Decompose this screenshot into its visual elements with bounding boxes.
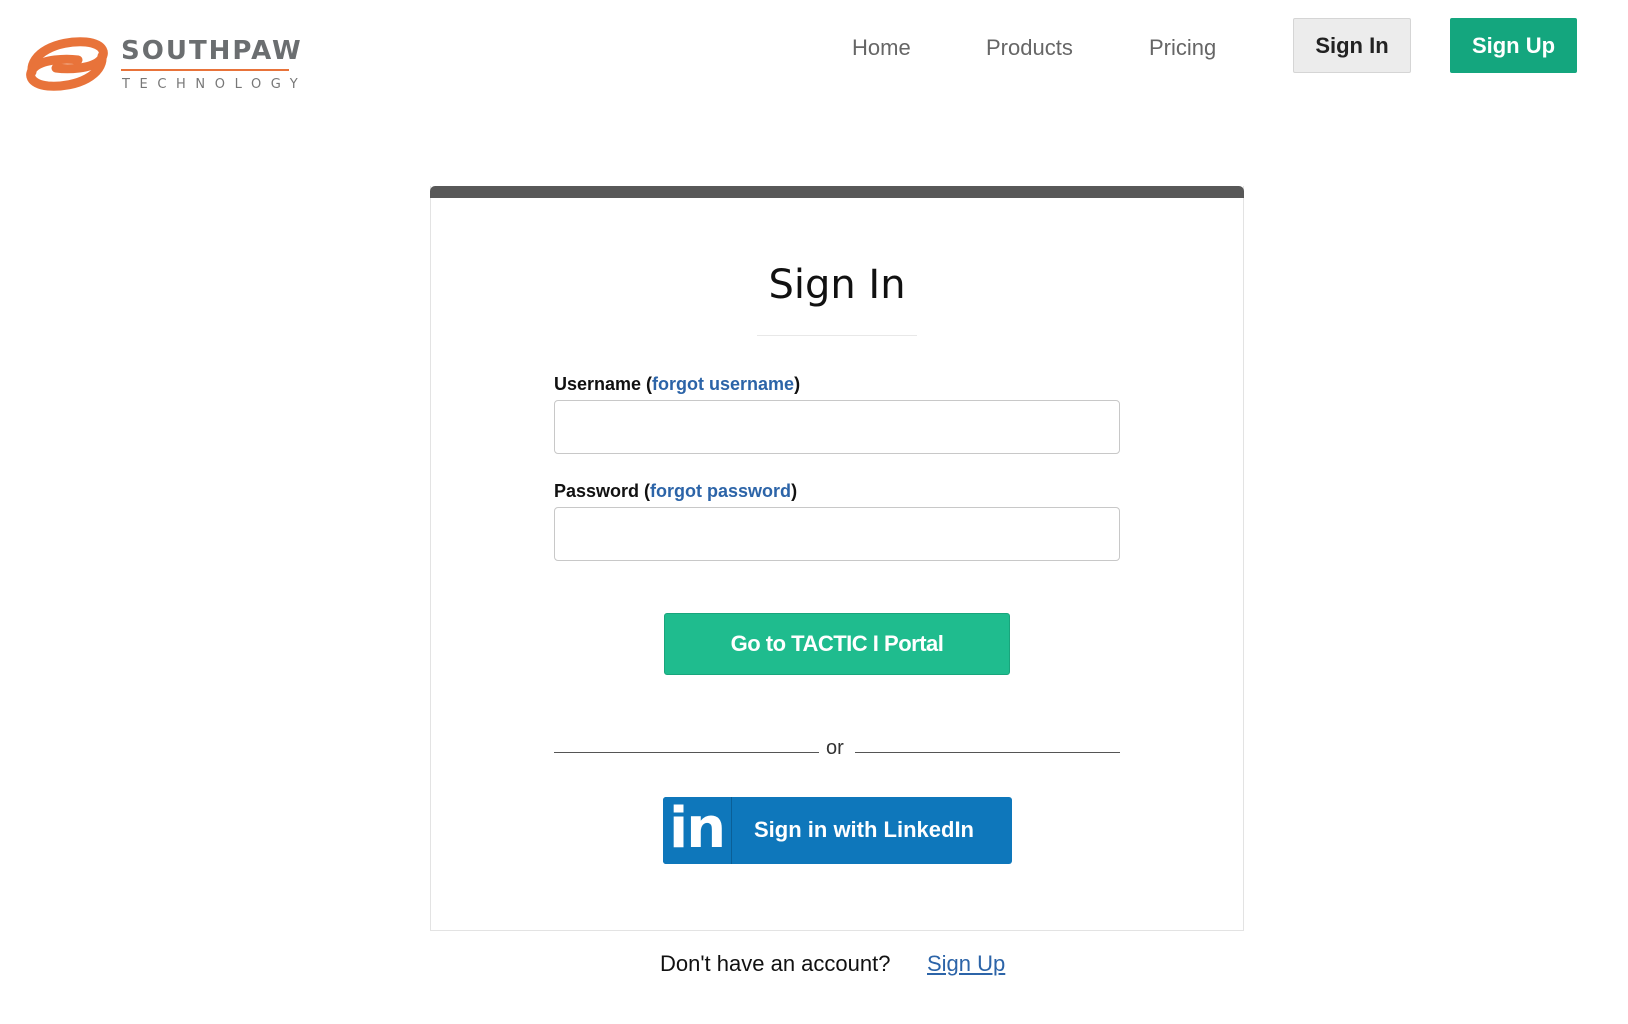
password-paren-open: ( — [639, 481, 651, 501]
nav-link-home[interactable]: Home — [852, 35, 911, 61]
password-input[interactable] — [554, 507, 1120, 561]
or-divider-left — [554, 752, 819, 753]
title-divider — [757, 335, 917, 336]
nav-link-products[interactable]: Products — [986, 35, 1073, 61]
go-to-portal-label: Go to TACTIC I Portal — [730, 631, 944, 656]
card-title: Sign In — [768, 262, 906, 308]
password-paren-close: ) — [791, 481, 798, 501]
linkedin-icon: in — [669, 797, 726, 861]
forgot-username-link[interactable]: forgot username — [652, 374, 794, 394]
nav-sign-up-button[interactable]: Sign Up — [1450, 18, 1577, 73]
username-label-row: Username (forgot username) — [554, 374, 800, 395]
footer-sign-up-link[interactable]: Sign Up — [927, 951, 1005, 977]
nav-link-pricing[interactable]: Pricing — [1149, 35, 1216, 61]
username-paren-open: ( — [641, 374, 653, 394]
username-label: Username — [554, 374, 642, 394]
no-account-text: Don't have an account? — [660, 951, 891, 976]
nav-sign-in-button[interactable]: Sign In — [1293, 18, 1411, 73]
forgot-password-link[interactable]: forgot password — [650, 481, 791, 501]
sign-in-card: Sign In Username (forgot username) Passw… — [430, 186, 1244, 931]
linkedin-button-label: Sign in with LinkedIn — [754, 817, 974, 842]
card-top-bar — [430, 186, 1244, 198]
or-divider-right — [855, 752, 1120, 753]
nav-sign-up-label: Sign Up — [1471, 32, 1556, 58]
username-paren-close: ) — [794, 374, 801, 394]
go-to-portal-button[interactable]: Go to TACTIC I Portal — [664, 613, 1010, 675]
password-label: Password — [554, 481, 640, 501]
password-label-row: Password (forgot password) — [554, 481, 797, 502]
logo-tagline: TECHNOLOGY — [122, 77, 308, 92]
sign-in-with-linkedin-button[interactable]: in Sign in with LinkedIn — [663, 797, 1012, 864]
linkedin-logo-box: in — [663, 797, 732, 864]
or-divider-text: or — [826, 737, 844, 759]
nav-sign-in-label: Sign In — [1315, 32, 1389, 58]
username-input[interactable] — [554, 400, 1120, 454]
